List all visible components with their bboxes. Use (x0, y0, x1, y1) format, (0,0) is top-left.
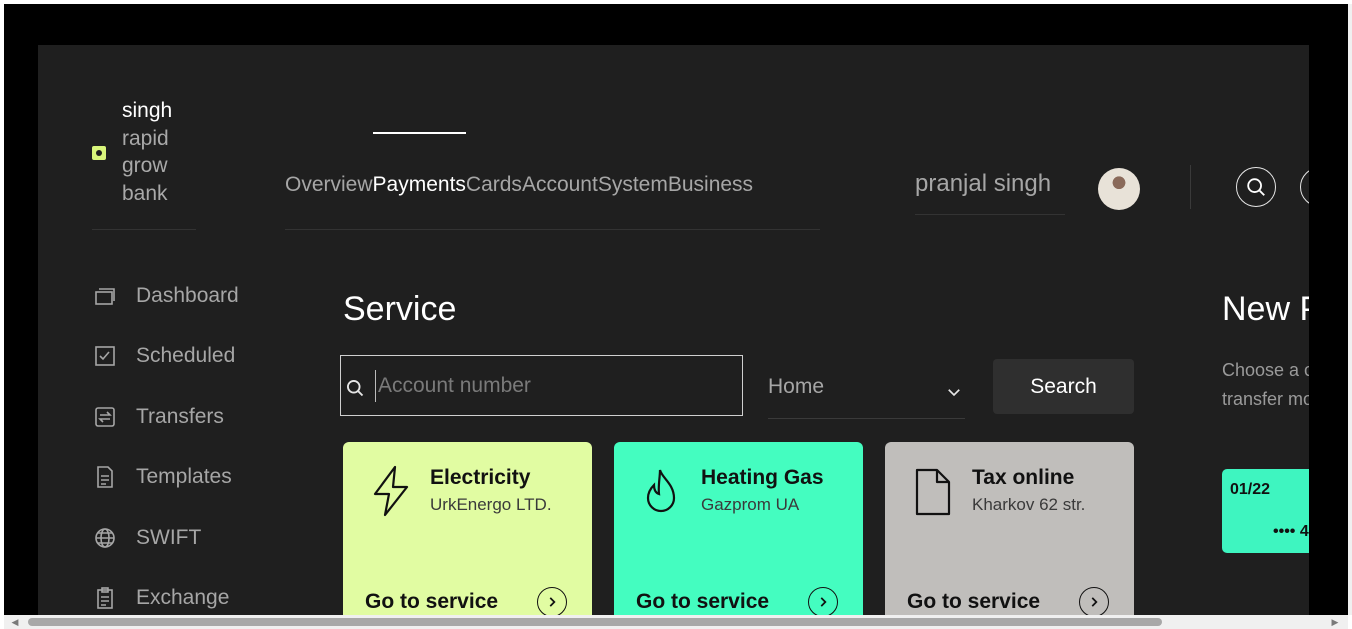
scroll-right-arrow-icon[interactable]: ▶ (1330, 617, 1340, 627)
nav-overview[interactable]: Overview (285, 173, 373, 197)
vertical-scrollbar[interactable] (1348, 4, 1352, 615)
nav-payments[interactable]: Payments (372, 132, 467, 197)
clipboard-icon (97, 587, 113, 609)
service-card-subtitle: Kharkov 62 str. (972, 495, 1086, 514)
file-icon (915, 468, 951, 516)
sidebar-item-transfers[interactable]: Transfers (92, 402, 224, 432)
category-select[interactable]: Home (768, 363, 965, 419)
scroll-left-arrow-icon[interactable]: ◀ (10, 617, 20, 627)
sidebar-item-swift[interactable]: SWIFT (92, 523, 201, 553)
sidebar-item-label: Transfers (136, 405, 224, 428)
sidebar-item-label: SWIFT (136, 526, 202, 549)
service-card-subtitle: Gazprom UA (701, 495, 800, 514)
sidebar-item-templates[interactable]: Templates (92, 462, 232, 492)
go-to-service-button[interactable] (537, 587, 567, 615)
logo-line-1: singh (122, 99, 173, 122)
payment-card[interactable]: 01/22 •••• 4012 (1222, 469, 1313, 553)
cards-stack-icon (95, 288, 115, 305)
service-title: Service (343, 290, 457, 328)
transfer-icon (95, 407, 115, 427)
sidebar-item-exchange[interactable]: Exchange (92, 583, 229, 613)
browser-frame: singh rapid grow bank Overview Payments … (4, 4, 1348, 615)
account-number-input[interactable] (375, 370, 720, 402)
service-card-heating-gas[interactable]: Heating Gas Gazprom UA Go to service (614, 442, 863, 615)
nav-system[interactable]: System (598, 173, 668, 197)
go-to-service-link[interactable]: Go to service (636, 590, 769, 614)
service-card-tax-online[interactable]: Tax online Kharkov 62 str. Go to service (885, 442, 1134, 615)
new-payment-description-line-2: transfer mone (1222, 389, 1313, 409)
payment-card-number: •••• 4012 (1273, 523, 1313, 540)
sidebar-item-label: Scheduled (136, 344, 236, 367)
logo-mark-icon (92, 146, 106, 160)
service-card-title: Tax online (972, 466, 1075, 489)
search-icon (347, 380, 364, 397)
new-payment-description-line-1: Choose a car (1222, 360, 1313, 380)
horizontal-scrollbar[interactable]: ◀ ▶ (4, 615, 1348, 629)
search-button[interactable] (1236, 167, 1276, 207)
chevron-right-icon (1091, 597, 1098, 607)
service-card-title: Electricity (430, 466, 531, 489)
logo-text: singh rapid grow bank (122, 97, 172, 207)
search-icon (1247, 178, 1265, 196)
new-payment-description: Choose a car transfer mone (1222, 356, 1313, 414)
search-submit-button[interactable]: Search (993, 359, 1134, 414)
service-card-subtitle: UrkEnergo LTD. (430, 495, 552, 514)
new-payment-title: New Pay (1222, 290, 1313, 328)
nav-business[interactable]: Business (668, 173, 753, 197)
chevron-right-icon (549, 597, 556, 607)
top-nav: Overview Payments Cards Account System B… (285, 132, 820, 230)
avatar[interactable] (1098, 168, 1140, 210)
chevron-down-icon (948, 389, 960, 397)
horizontal-scrollbar-thumb[interactable] (28, 618, 1162, 626)
sidebar-item-label: Exchange (136, 586, 230, 609)
go-to-service-link[interactable]: Go to service (365, 590, 498, 614)
header-divider (1190, 165, 1191, 209)
sidebar-item-dashboard[interactable]: Dashboard (92, 281, 239, 311)
nav-cards[interactable]: Cards (466, 173, 522, 197)
category-select-value: Home (768, 375, 825, 398)
account-search-field[interactable] (340, 355, 743, 416)
page-edge (1309, 4, 1348, 615)
nav-account[interactable]: Account (522, 173, 598, 197)
logo-line-3: grow (122, 154, 168, 177)
sidebar-item-scheduled[interactable]: Scheduled (92, 341, 235, 371)
go-to-service-link[interactable]: Go to service (907, 590, 1040, 614)
logo-line-4: bank (122, 181, 168, 205)
checkbox-icon (95, 346, 115, 366)
banking-app: singh rapid grow bank Overview Payments … (38, 45, 1313, 615)
lightning-icon (373, 465, 409, 517)
payment-card-expiry: 01/22 (1230, 481, 1271, 498)
globe-icon (95, 528, 115, 548)
user-name[interactable]: pranjal singh (915, 170, 1065, 215)
document-icon (97, 466, 113, 488)
logo[interactable]: singh rapid grow bank (92, 93, 196, 230)
service-card-title: Heating Gas (701, 466, 824, 489)
sidebar-item-label: Dashboard (136, 284, 239, 307)
service-card-electricity[interactable]: Electricity UrkEnergo LTD. Go to service (343, 442, 592, 615)
logo-line-2: rapid (122, 126, 169, 150)
go-to-service-button[interactable] (808, 587, 838, 615)
sidebar-item-label: Templates (136, 465, 232, 488)
chevron-right-icon (820, 597, 827, 607)
flame-icon (646, 469, 676, 513)
go-to-service-button[interactable] (1079, 587, 1109, 615)
